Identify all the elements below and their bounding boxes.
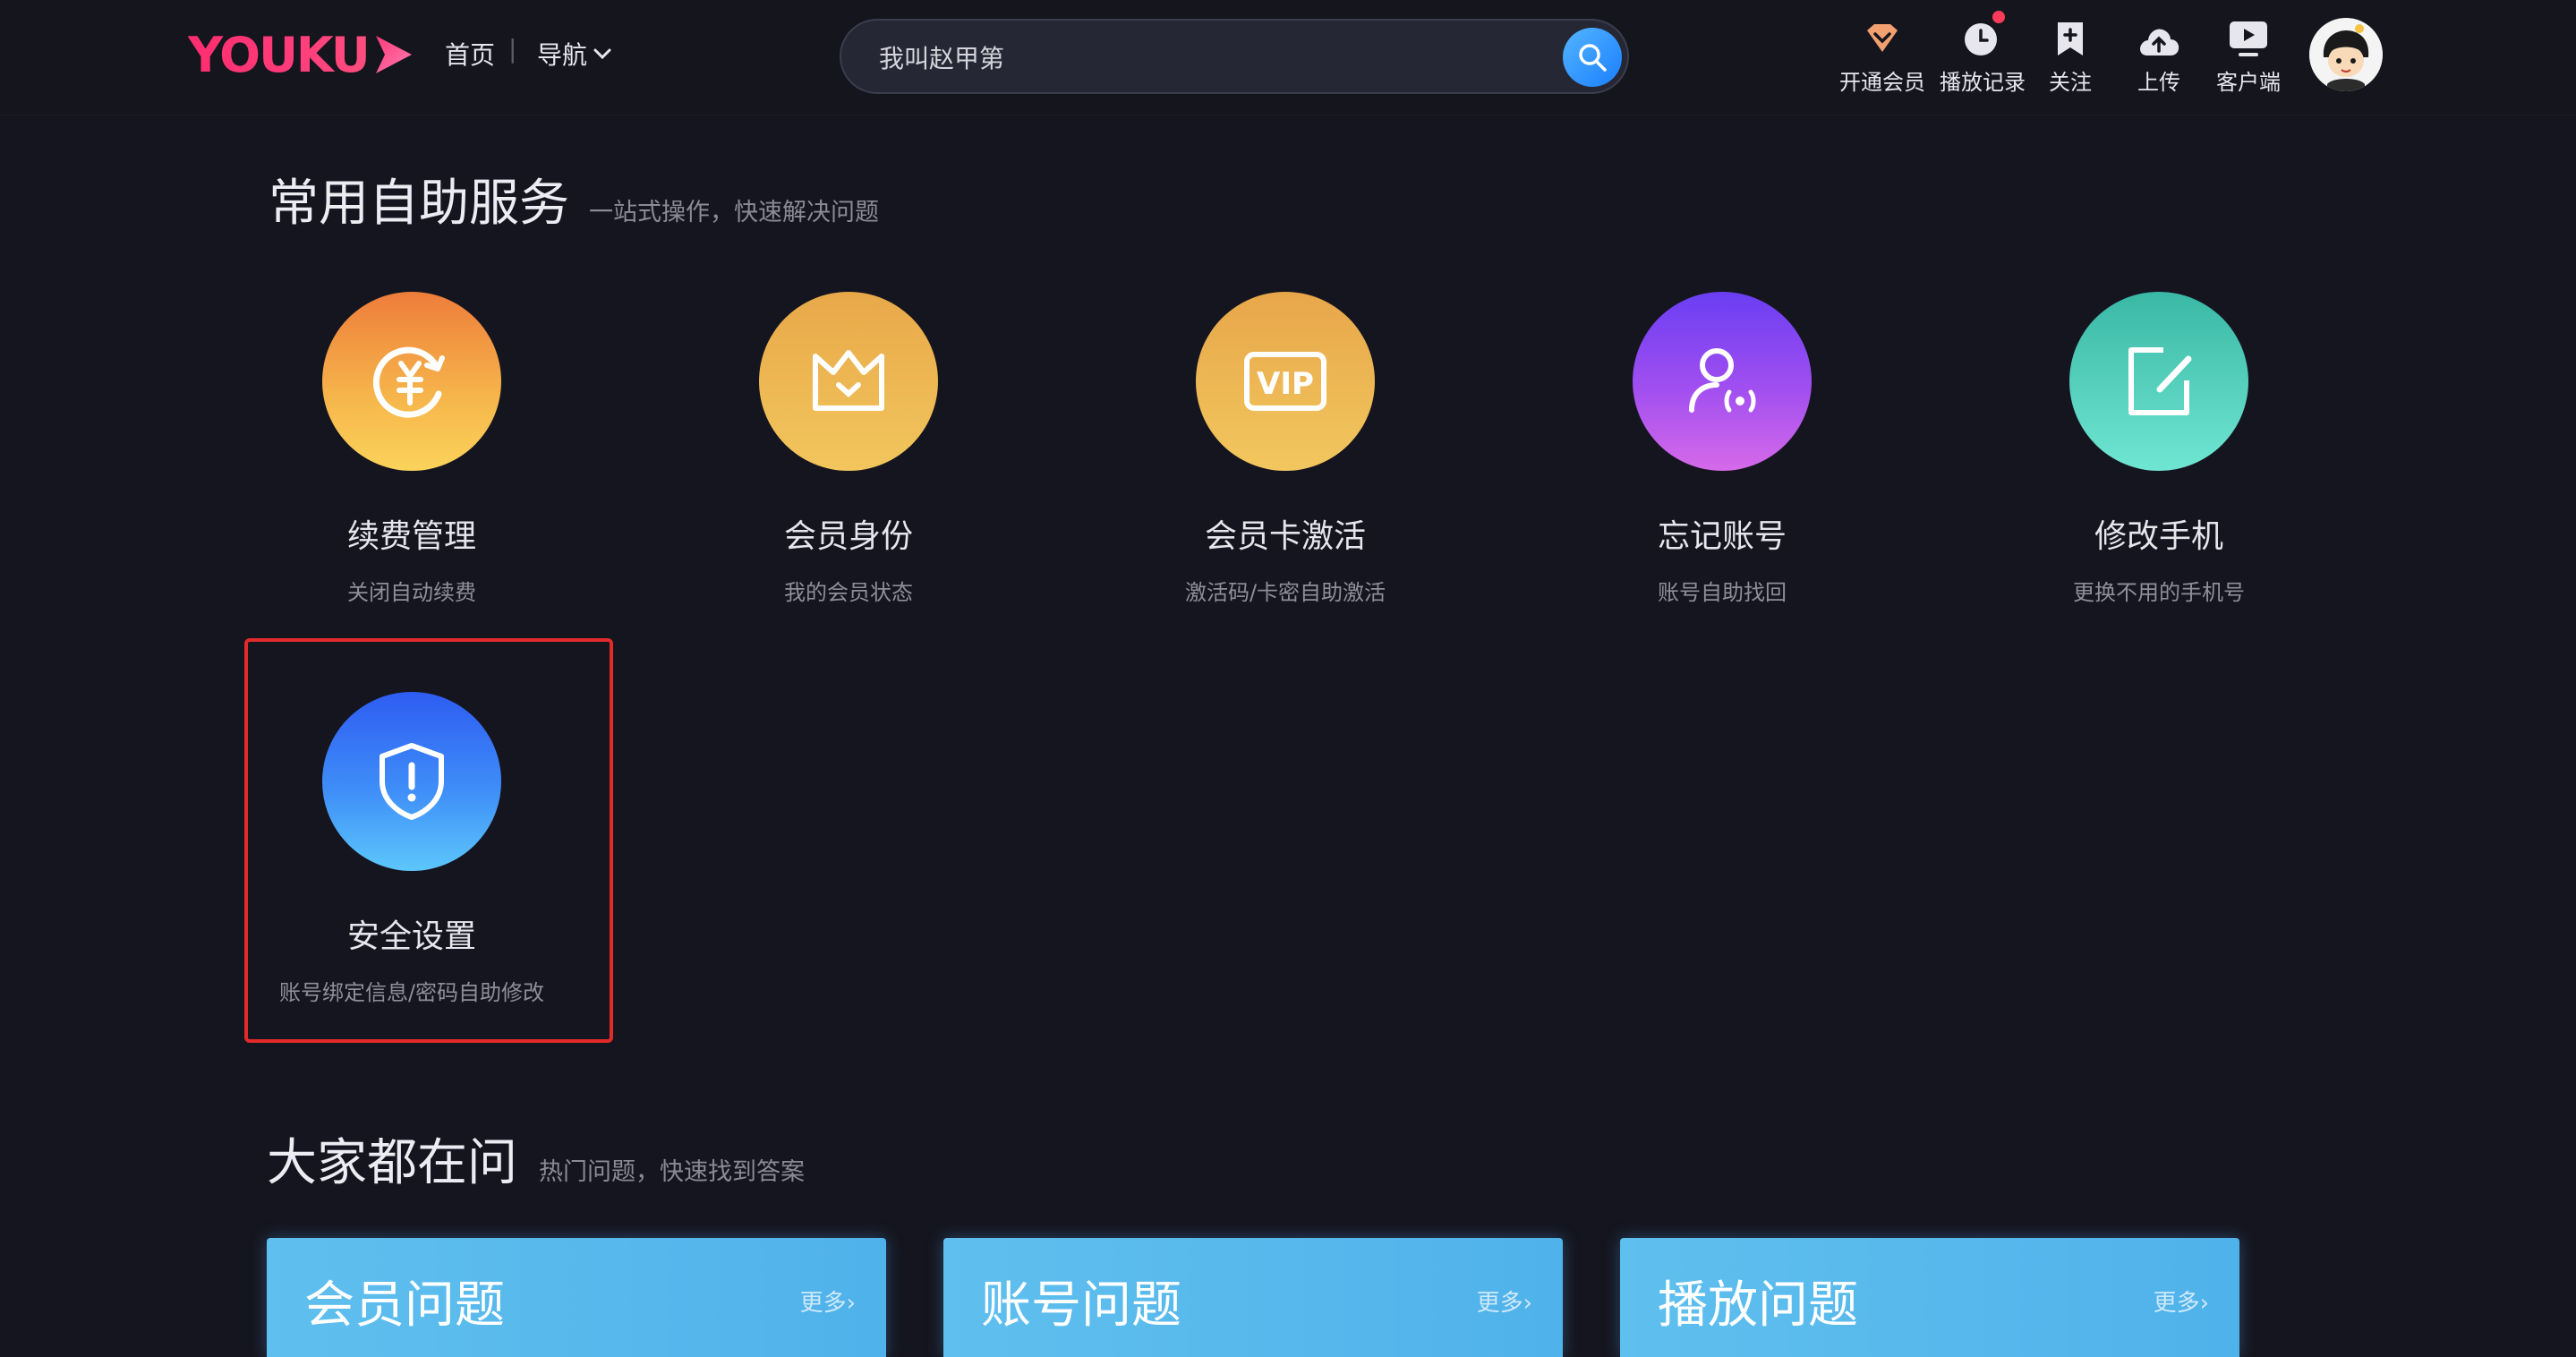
service-name: 忘记账号 — [1657, 518, 1787, 555]
cloud-upload-icon — [2140, 29, 2179, 55]
service-name: 会员卡激活 — [1204, 518, 1366, 555]
header-upload-button[interactable]: 上传 — [2110, 16, 2208, 96]
faq-card-title: 会员问题 — [304, 1276, 505, 1335]
edit-icon — [2128, 347, 2192, 415]
service-security-settings[interactable]: 安全设置 账号绑定信息/密码自助修改 — [224, 692, 600, 1006]
notification-dot — [1992, 11, 2005, 23]
service-desc: 激活码/卡密自助激活 — [1184, 580, 1386, 605]
service-name: 续费管理 — [346, 518, 476, 555]
crown-icon — [813, 350, 884, 411]
faq-card-title: 账号问题 — [981, 1276, 1181, 1335]
service-icon-circle: VIP — [1196, 292, 1375, 471]
service-name: 修改手机 — [2094, 518, 2223, 555]
faq-more-link[interactable]: 更多› — [1477, 1284, 1532, 1318]
svg-text:VIP: VIP — [1257, 366, 1314, 402]
service-name: 安全设置 — [346, 918, 476, 955]
service-desc: 账号绑定信息/密码自助修改 — [278, 980, 545, 1005]
service-desc: 账号自助找回 — [1658, 580, 1787, 605]
vip-card-icon: VIP — [1244, 352, 1326, 411]
faq-more-link[interactable]: 更多› — [2154, 1284, 2209, 1318]
header-item-label: 播放记录 — [1940, 70, 2026, 95]
header-item-label: 开通会员 — [1839, 70, 1925, 95]
self-service-subtitle: 一站式操作，快速解决问题 — [589, 199, 879, 226]
nav-guide-label: 导航 — [537, 40, 588, 70]
logo-text: YOUKU — [188, 26, 371, 83]
service-icon-circle — [1633, 292, 1812, 471]
faq-card-account[interactable]: 账号问题 更多› — [943, 1238, 1563, 1357]
header-history-button[interactable]: 播放记录 — [1933, 11, 2032, 96]
self-service-title: 常用自助服务 — [269, 175, 569, 233]
header-item-label: 上传 — [2137, 70, 2180, 95]
shield-icon — [380, 743, 444, 820]
user-search-icon — [1689, 348, 1756, 413]
search-input[interactable] — [877, 37, 1507, 78]
clock-icon — [1965, 23, 1997, 55]
service-forgot-account[interactable]: 忘记账号 账号自助找回 — [1534, 292, 1910, 606]
chevron-down-icon — [593, 48, 611, 60]
search-bar — [840, 19, 1629, 94]
faq-card-title: 播放问题 — [1658, 1276, 1858, 1335]
service-desc: 我的会员状态 — [784, 580, 913, 605]
faq-title: 大家都在问 — [267, 1134, 517, 1192]
service-icon-circle — [322, 692, 501, 871]
service-change-phone[interactable]: 修改手机 更换不用的手机号 — [1971, 292, 2347, 606]
faq-card-membership[interactable]: 会员问题 更多› — [267, 1238, 886, 1357]
avatar-character-icon — [2309, 18, 2383, 91]
faq-more-link[interactable]: 更多› — [800, 1284, 856, 1318]
service-icon-circle — [2069, 292, 2248, 471]
service-desc: 更换不用的手机号 — [2073, 580, 2245, 605]
faq-subtitle: 热门问题，快速找到答案 — [539, 1158, 805, 1186]
monitor-play-icon — [2230, 21, 2267, 56]
service-icon-circle — [322, 292, 501, 471]
top-header: YOUKU 首页 | 导航 开通会员 — [0, 0, 2576, 115]
yuan-renew-icon — [372, 346, 445, 418]
faq-card-playback[interactable]: 播放问题 更多› — [1620, 1238, 2239, 1357]
header-item-label: 关注 — [2049, 70, 2092, 95]
service-desc: 关闭自动续费 — [347, 580, 476, 605]
user-avatar[interactable] — [2309, 18, 2383, 91]
search-icon — [1579, 44, 1607, 72]
service-renewal[interactable]: 续费管理 关闭自动续费 — [224, 292, 600, 606]
nav-home-link[interactable]: 首页 — [445, 36, 495, 72]
youku-logo[interactable]: YOUKU — [188, 26, 415, 83]
header-follow-button[interactable]: 关注 — [2021, 16, 2120, 96]
service-membership[interactable]: 会员身份 我的会员状态 — [661, 292, 1036, 606]
header-item-label: 客户端 — [2216, 70, 2281, 95]
header-client-button[interactable]: 客户端 — [2199, 16, 2298, 96]
service-card-activation[interactable]: VIP 会员卡激活 激活码/卡密自助激活 — [1097, 292, 1473, 606]
header-vip-button[interactable]: 开通会员 — [1833, 16, 1932, 96]
vip-diamond-icon — [1867, 24, 1898, 52]
service-icon-circle — [759, 292, 938, 471]
service-name: 会员身份 — [783, 518, 913, 555]
nav-separator: | — [508, 34, 517, 64]
bookmark-plus-icon — [2058, 22, 2083, 55]
nav-guide-dropdown[interactable]: 导航 — [537, 36, 612, 72]
play-arrow-icon — [375, 36, 412, 73]
search-button[interactable] — [1563, 28, 1622, 87]
